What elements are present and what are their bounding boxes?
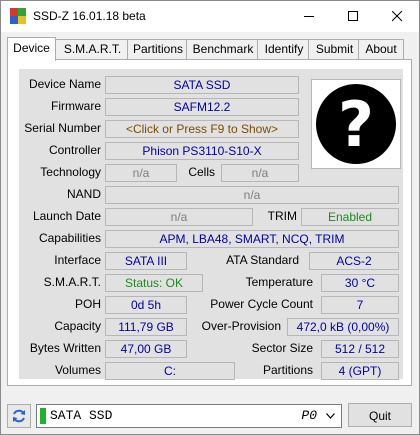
partitions-value: 4 (GPT) bbox=[321, 362, 399, 380]
smart-label: S.M.A.R.T. bbox=[43, 275, 101, 289]
minimize-button[interactable] bbox=[287, 1, 331, 32]
volumes-value: C: bbox=[105, 362, 235, 380]
capacity-label: Capacity bbox=[54, 319, 101, 333]
window-title: SSD-Z 16.01.18 beta bbox=[33, 9, 146, 23]
title-bar: SSD-Z 16.01.18 beta bbox=[1, 1, 419, 32]
device-name-label: Device Name bbox=[28, 77, 101, 91]
over-provision-value: 472,0 kB (0,00%) bbox=[287, 318, 399, 336]
drive-status-indicator bbox=[40, 408, 46, 424]
nand-value: n/a bbox=[105, 186, 399, 204]
interface-value: SATA III bbox=[105, 252, 187, 270]
question-mark-icon: ? bbox=[316, 84, 396, 164]
app-window: SSD-Z 16.01.18 beta Device S.M.A.R.T. Pa… bbox=[0, 0, 420, 435]
firmware-label: Firmware bbox=[51, 99, 101, 113]
drive-port: P0 bbox=[301, 408, 317, 423]
technology-value: n/a bbox=[105, 164, 177, 182]
quit-button[interactable]: Quit bbox=[348, 403, 412, 427]
poh-value: 0d 5h bbox=[105, 296, 187, 314]
drive-name: SATA SSD bbox=[50, 408, 113, 423]
capacity-value: 111,79 GB bbox=[105, 318, 187, 336]
tab-about[interactable]: About bbox=[358, 39, 404, 59]
minimize-icon bbox=[304, 16, 314, 17]
tab-partitions[interactable]: Partitions bbox=[127, 39, 189, 59]
device-image: ? bbox=[311, 79, 401, 169]
volumes-label: Volumes bbox=[54, 363, 101, 377]
tab-submit[interactable]: Submit bbox=[308, 39, 361, 59]
sector-size-value: 512 / 512 bbox=[321, 340, 399, 358]
refresh-button[interactable] bbox=[7, 404, 31, 428]
tab-identify[interactable]: Identify bbox=[257, 39, 311, 59]
interface-label: Interface bbox=[54, 253, 101, 267]
firmware-value: SAFM12.2 bbox=[105, 98, 299, 116]
sector-size-label: Sector Size bbox=[251, 341, 313, 355]
launch-date-label: Launch Date bbox=[32, 209, 101, 223]
controller-label: Controller bbox=[48, 143, 101, 157]
trim-value: Enabled bbox=[301, 208, 399, 226]
maximize-button[interactable] bbox=[331, 1, 375, 32]
temperature-label: Temperature bbox=[245, 275, 313, 289]
technology-label: Technology bbox=[40, 165, 101, 179]
launch-date-value: n/a bbox=[105, 208, 253, 226]
ata-standard-value: ACS-2 bbox=[309, 252, 399, 270]
ata-standard-label: ATA Standard bbox=[226, 253, 299, 267]
device-panel: Device Name SATA SSD Firmware SAFM12.2 S… bbox=[7, 59, 412, 386]
chevron-down-icon bbox=[326, 413, 335, 419]
tab-benchmark[interactable]: Benchmark bbox=[186, 39, 260, 59]
app-icon bbox=[10, 8, 26, 24]
close-button[interactable] bbox=[375, 1, 419, 32]
svg-text:?: ? bbox=[338, 88, 374, 161]
partitions-label: Partitions bbox=[262, 363, 313, 377]
bytes-written-value: 47,00 GB bbox=[105, 340, 187, 358]
nand-label: NAND bbox=[66, 187, 101, 201]
cells-label: Cells bbox=[188, 165, 215, 179]
serial-number-label: Serial Number bbox=[24, 121, 101, 135]
power-cycle-value: 7 bbox=[321, 296, 399, 314]
smart-status-value: Status: OK bbox=[105, 274, 203, 292]
device-info-group: Device Name SATA SSD Firmware SAFM12.2 S… bbox=[19, 69, 403, 380]
tab-bar: Device S.M.A.R.T. Partitions Benchmark I… bbox=[7, 37, 411, 61]
capabilities-label: Capabilities bbox=[38, 231, 101, 245]
power-cycle-label: Power Cycle Count bbox=[210, 297, 313, 311]
drive-select[interactable]: SATA SSD P0 bbox=[36, 404, 342, 428]
device-name-value: SATA SSD bbox=[105, 76, 299, 94]
maximize-icon bbox=[348, 11, 358, 21]
controller-value: Phison PS3110-S10-X bbox=[105, 142, 299, 160]
capabilities-value: APM, LBA48, SMART, NCQ, TRIM bbox=[105, 230, 399, 248]
close-icon bbox=[392, 11, 403, 22]
poh-label: POH bbox=[74, 297, 101, 311]
tab-smart[interactable]: S.M.A.R.T. bbox=[55, 39, 130, 59]
refresh-icon bbox=[13, 409, 25, 423]
trim-label: TRIM bbox=[267, 209, 297, 223]
bytes-written-label: Bytes Written bbox=[29, 341, 101, 355]
over-provision-label: Over-Provision bbox=[201, 319, 281, 333]
serial-number-value[interactable]: <Click or Press F9 to Show> bbox=[105, 120, 299, 138]
cells-value: n/a bbox=[221, 164, 299, 182]
temperature-value: 30 °C bbox=[321, 274, 399, 292]
tab-device[interactable]: Device bbox=[7, 37, 56, 61]
